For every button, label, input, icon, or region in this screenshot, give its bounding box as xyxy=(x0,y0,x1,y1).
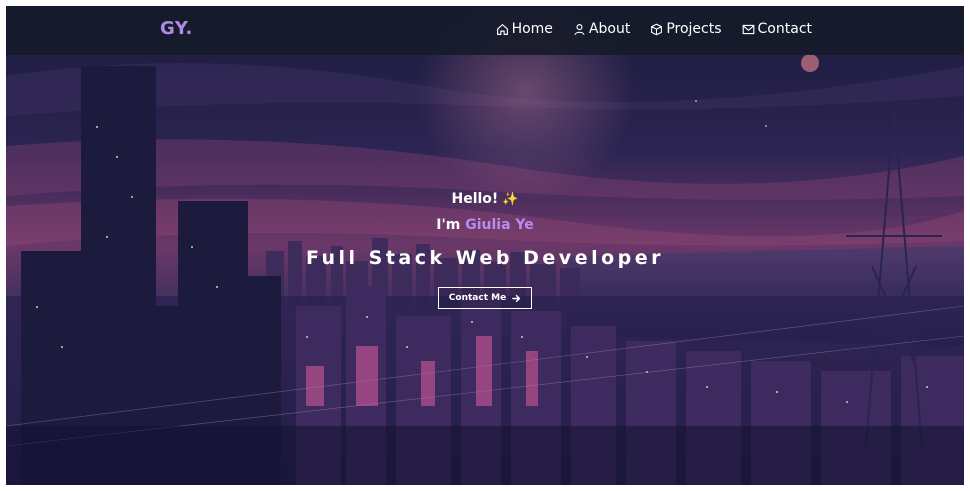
greeting-text: Hello! xyxy=(451,191,499,207)
brand-text: GY xyxy=(160,18,186,39)
sparkles-icon: ✨ xyxy=(502,191,519,207)
nav-item-projects[interactable]: Projects xyxy=(650,21,722,37)
contact-me-button[interactable]: Contact Me xyxy=(437,287,533,309)
mail-icon xyxy=(742,24,754,34)
hero-section: Hello! ✨ I'm Giulia Ye Full Stack Web De… xyxy=(6,188,964,309)
user-icon xyxy=(574,23,585,35)
nav-item-label: Contact xyxy=(757,21,812,37)
page-frame: GY. Home About Projects Contact Hello! ✨… xyxy=(6,6,964,485)
intro-prefix: I'm xyxy=(436,217,461,233)
brand-dot: . xyxy=(185,18,193,39)
home-icon xyxy=(496,23,508,35)
nav-item-label: Home xyxy=(511,21,553,37)
nav-item-home[interactable]: Home xyxy=(496,21,553,37)
contact-me-label: Contact Me xyxy=(448,293,507,303)
nav-item-label: Projects xyxy=(666,21,722,37)
arrow-right-icon xyxy=(512,294,521,302)
box-icon xyxy=(651,23,663,35)
navbar: GY. Home About Projects Contact xyxy=(6,6,964,55)
hero-greeting: Hello! ✨ xyxy=(6,188,964,210)
hero-role: Full Stack Web Developer xyxy=(305,247,665,269)
hero-intro: I'm Giulia Ye xyxy=(6,217,964,239)
nav-item-about[interactable]: About xyxy=(573,21,630,37)
hero-name: Giulia Ye xyxy=(465,217,534,233)
cta-wrapper: Contact Me xyxy=(6,287,964,309)
nav-links: Home About Projects Contact xyxy=(496,21,812,37)
brand-logo[interactable]: GY. xyxy=(160,18,193,39)
nav-item-contact[interactable]: Contact xyxy=(742,21,812,37)
nav-item-label: About xyxy=(588,21,631,37)
